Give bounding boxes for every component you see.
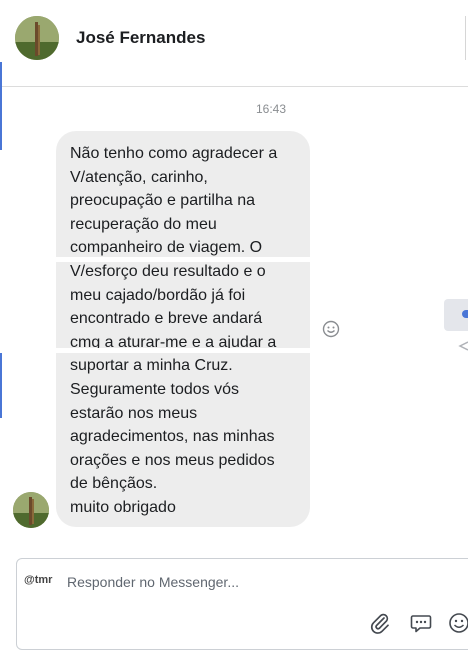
composer-badge: @tmr (24, 574, 53, 586)
reply-input[interactable] (67, 574, 367, 590)
smiley-icon[interactable] (448, 612, 468, 634)
message-text: Não tenho como agradecer a V/atenção, ca… (70, 145, 278, 516)
side-panel-indicator (462, 310, 468, 318)
paperclip-icon[interactable] (369, 612, 391, 634)
message-timestamp: 16:43 (256, 102, 287, 116)
divider (0, 348, 468, 353)
left-accent-bar (0, 62, 2, 150)
contact-name[interactable]: José Fernandes (76, 28, 205, 48)
smiley-icon[interactable] (322, 320, 340, 338)
reply-arrow-icon[interactable] (458, 340, 468, 352)
reply-composer (16, 558, 468, 650)
divider (0, 257, 468, 262)
side-panel-button[interactable] (444, 299, 468, 331)
chat-bubble-icon[interactable] (410, 612, 432, 634)
chat-header: José Fernandes (0, 0, 468, 87)
contact-avatar[interactable] (15, 16, 59, 60)
left-accent-bar (0, 348, 2, 418)
sender-avatar[interactable] (13, 492, 49, 528)
